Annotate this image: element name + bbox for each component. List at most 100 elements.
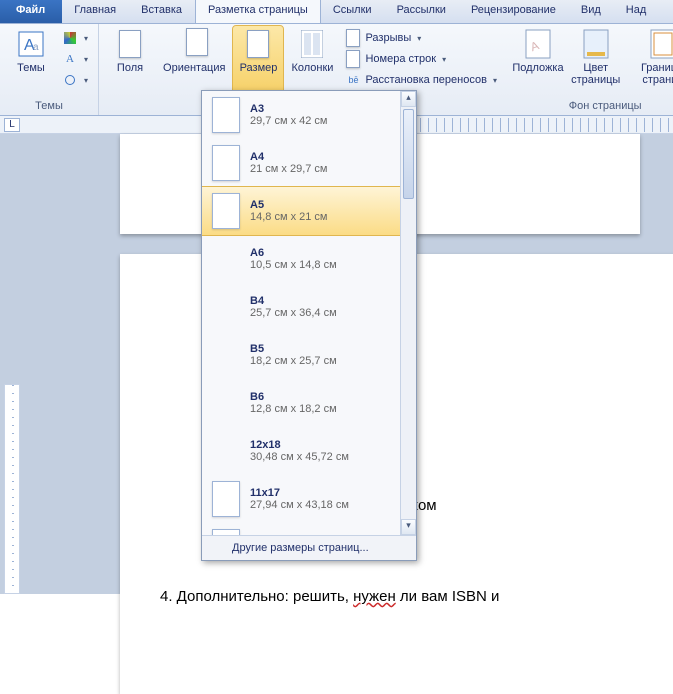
- page-size-dimensions: 25,7 см x 36,4 см: [250, 307, 337, 319]
- page-size-option[interactable]: B518,2 см x 25,7 см: [202, 331, 416, 379]
- watermark-button[interactable]: A Подложка: [513, 26, 563, 98]
- tab-home[interactable]: Главная: [62, 0, 129, 23]
- columns-button[interactable]: Колонки: [285, 26, 339, 98]
- tab-file[interactable]: Файл: [0, 0, 62, 23]
- page-size-dropdown: A329,7 см x 42 смA421 см x 29,7 смA514,8…: [201, 90, 417, 561]
- dropdown-icon: ▾: [84, 34, 88, 43]
- themes-icon: Aa: [15, 28, 47, 60]
- page-size-option[interactable]: 8 1/2x1421,59 см x 35,56 см: [202, 523, 416, 535]
- group-themes: Aa Темы ▾ A▾ ▾ Темы: [0, 24, 99, 115]
- page-size-option[interactable]: A514,8 см x 21 см: [202, 187, 416, 235]
- tab-references[interactable]: Ссылки: [321, 0, 385, 23]
- more-page-sizes[interactable]: Другие размеры страниц...: [202, 535, 416, 560]
- fonts-icon: A: [62, 51, 78, 67]
- breaks-icon: [345, 30, 361, 46]
- page-size-list: A329,7 см x 42 смA421 см x 29,7 смA514,8…: [202, 91, 416, 535]
- themes-button[interactable]: Aa Темы: [6, 26, 56, 98]
- size-button[interactable]: Размер: [233, 26, 283, 98]
- page-color-button[interactable]: Цвет страницы: [565, 26, 627, 98]
- page-size-option[interactable]: B425,7 см x 36,4 см: [202, 283, 416, 331]
- page-size-option[interactable]: B612,8 см x 18,2 см: [202, 379, 416, 427]
- columns-label: Колонки: [291, 62, 333, 74]
- tab-insert[interactable]: Вставка: [129, 0, 195, 23]
- page-size-option[interactable]: A421 см x 29,7 см: [202, 139, 416, 187]
- tab-review[interactable]: Рецензирование: [459, 0, 569, 23]
- size-label: Размер: [240, 62, 278, 74]
- hyphenation-button[interactable]: bē Расстановка переносов ▾: [341, 70, 501, 90]
- dropdown-icon: ▾: [84, 76, 88, 85]
- page-thumb-icon: [212, 97, 240, 133]
- doc-text: ли вам ISBN и: [396, 588, 500, 605]
- line-numbers-button[interactable]: Номера строк ▾: [341, 49, 501, 69]
- group-themes-label: Темы: [6, 98, 92, 115]
- page-size-dimensions: 14,8 см x 21 см: [250, 211, 328, 223]
- page-size-name: B6: [250, 391, 337, 403]
- hyphenation-label: Расстановка переносов: [365, 74, 486, 86]
- doc-text: нужен: [353, 588, 396, 605]
- line-numbers-label: Номера строк: [365, 53, 436, 65]
- page-size-name: A3: [250, 103, 328, 115]
- margins-label: Поля: [117, 62, 143, 74]
- page-size-option[interactable]: A610,5 см x 14,8 см: [202, 235, 416, 283]
- page-size-option[interactable]: 11x1727,94 см x 43,18 см: [202, 475, 416, 523]
- tab-view[interactable]: Вид: [569, 0, 614, 23]
- margins-button[interactable]: Поля: [105, 26, 155, 98]
- orientation-icon: [178, 28, 210, 60]
- themes-label: Темы: [17, 62, 45, 74]
- scroll-up-button[interactable]: ▴: [401, 91, 416, 107]
- page-thumb-icon: [212, 481, 240, 517]
- ruler-scale: [420, 118, 673, 132]
- page-thumb-icon: [212, 193, 240, 229]
- watermark-icon: A: [522, 28, 554, 60]
- effects-icon: [62, 72, 78, 88]
- dropdown-icon: ▾: [84, 55, 88, 64]
- page-size-option[interactable]: A329,7 см x 42 см: [202, 91, 416, 139]
- dropdown-icon: ▾: [493, 76, 497, 85]
- orientation-button[interactable]: Ориентация: [157, 26, 231, 98]
- doc-text: Дополнительно: решить,: [173, 588, 354, 605]
- page-size-dimensions: 10,5 см x 14,8 см: [250, 259, 337, 271]
- page-size-dimensions: 18,2 см x 25,7 см: [250, 355, 337, 367]
- page-borders-label: Границы страниц: [635, 62, 673, 86]
- vertical-ruler[interactable]: [4, 384, 20, 594]
- page-size-dimensions: 30,48 см x 45,72 см: [250, 451, 349, 463]
- tab-page-layout[interactable]: Разметка страницы: [195, 0, 321, 23]
- dropdown-icon: ▾: [442, 55, 446, 64]
- theme-colors-button[interactable]: ▾: [58, 28, 92, 48]
- page-setup-small: Разрывы▾ Номера строк ▾ bē Расстановка пер…: [341, 26, 501, 98]
- page-borders-icon: [647, 28, 673, 60]
- page-size-dimensions: 29,7 см x 42 см: [250, 115, 328, 127]
- page-size-name: A5: [250, 199, 328, 211]
- tab-addins[interactable]: Над: [614, 0, 659, 23]
- dropdown-icon: ▾: [417, 34, 421, 43]
- watermark-label: Подложка: [512, 62, 563, 74]
- breaks-button[interactable]: Разрывы▾: [341, 28, 501, 48]
- page-size-name: 12x18: [250, 439, 349, 451]
- group-page-background-label: Фон страницы: [513, 98, 673, 115]
- page-size-name: A4: [250, 151, 328, 163]
- page-color-icon: [580, 28, 612, 60]
- theme-fonts-button[interactable]: A▾: [58, 49, 92, 69]
- hyphenation-icon: bē: [345, 72, 361, 88]
- ribbon-tabstrip: Файл Главная Вставка Разметка страницы С…: [0, 0, 673, 24]
- orientation-label: Ориентация: [163, 62, 225, 74]
- page-size-option[interactable]: 12x1830,48 см x 45,72 см: [202, 427, 416, 475]
- page-color-label: Цвет страницы: [571, 62, 621, 86]
- page-size-name: 11x17: [250, 487, 349, 499]
- page-size-name: A6: [250, 247, 337, 259]
- page-size-name: B4: [250, 295, 337, 307]
- page-thumb-icon: [212, 529, 240, 535]
- scroll-thumb[interactable]: [403, 109, 414, 199]
- theme-effects-button[interactable]: ▾: [58, 70, 92, 90]
- tab-mailings[interactable]: Рассылки: [385, 0, 459, 23]
- page-borders-button[interactable]: Границы страниц: [629, 26, 673, 98]
- tab-selector[interactable]: L: [4, 118, 20, 132]
- columns-icon: [296, 28, 328, 60]
- scrollbar[interactable]: ▴ ▾: [400, 91, 416, 535]
- line-numbers-icon: [345, 51, 361, 67]
- scroll-down-button[interactable]: ▾: [401, 519, 416, 535]
- themes-mini-buttons: ▾ A▾ ▾: [58, 26, 92, 98]
- page-size-name: B5: [250, 343, 337, 355]
- margins-icon: [114, 28, 146, 60]
- page-size-dimensions: 12,8 см x 18,2 см: [250, 403, 337, 415]
